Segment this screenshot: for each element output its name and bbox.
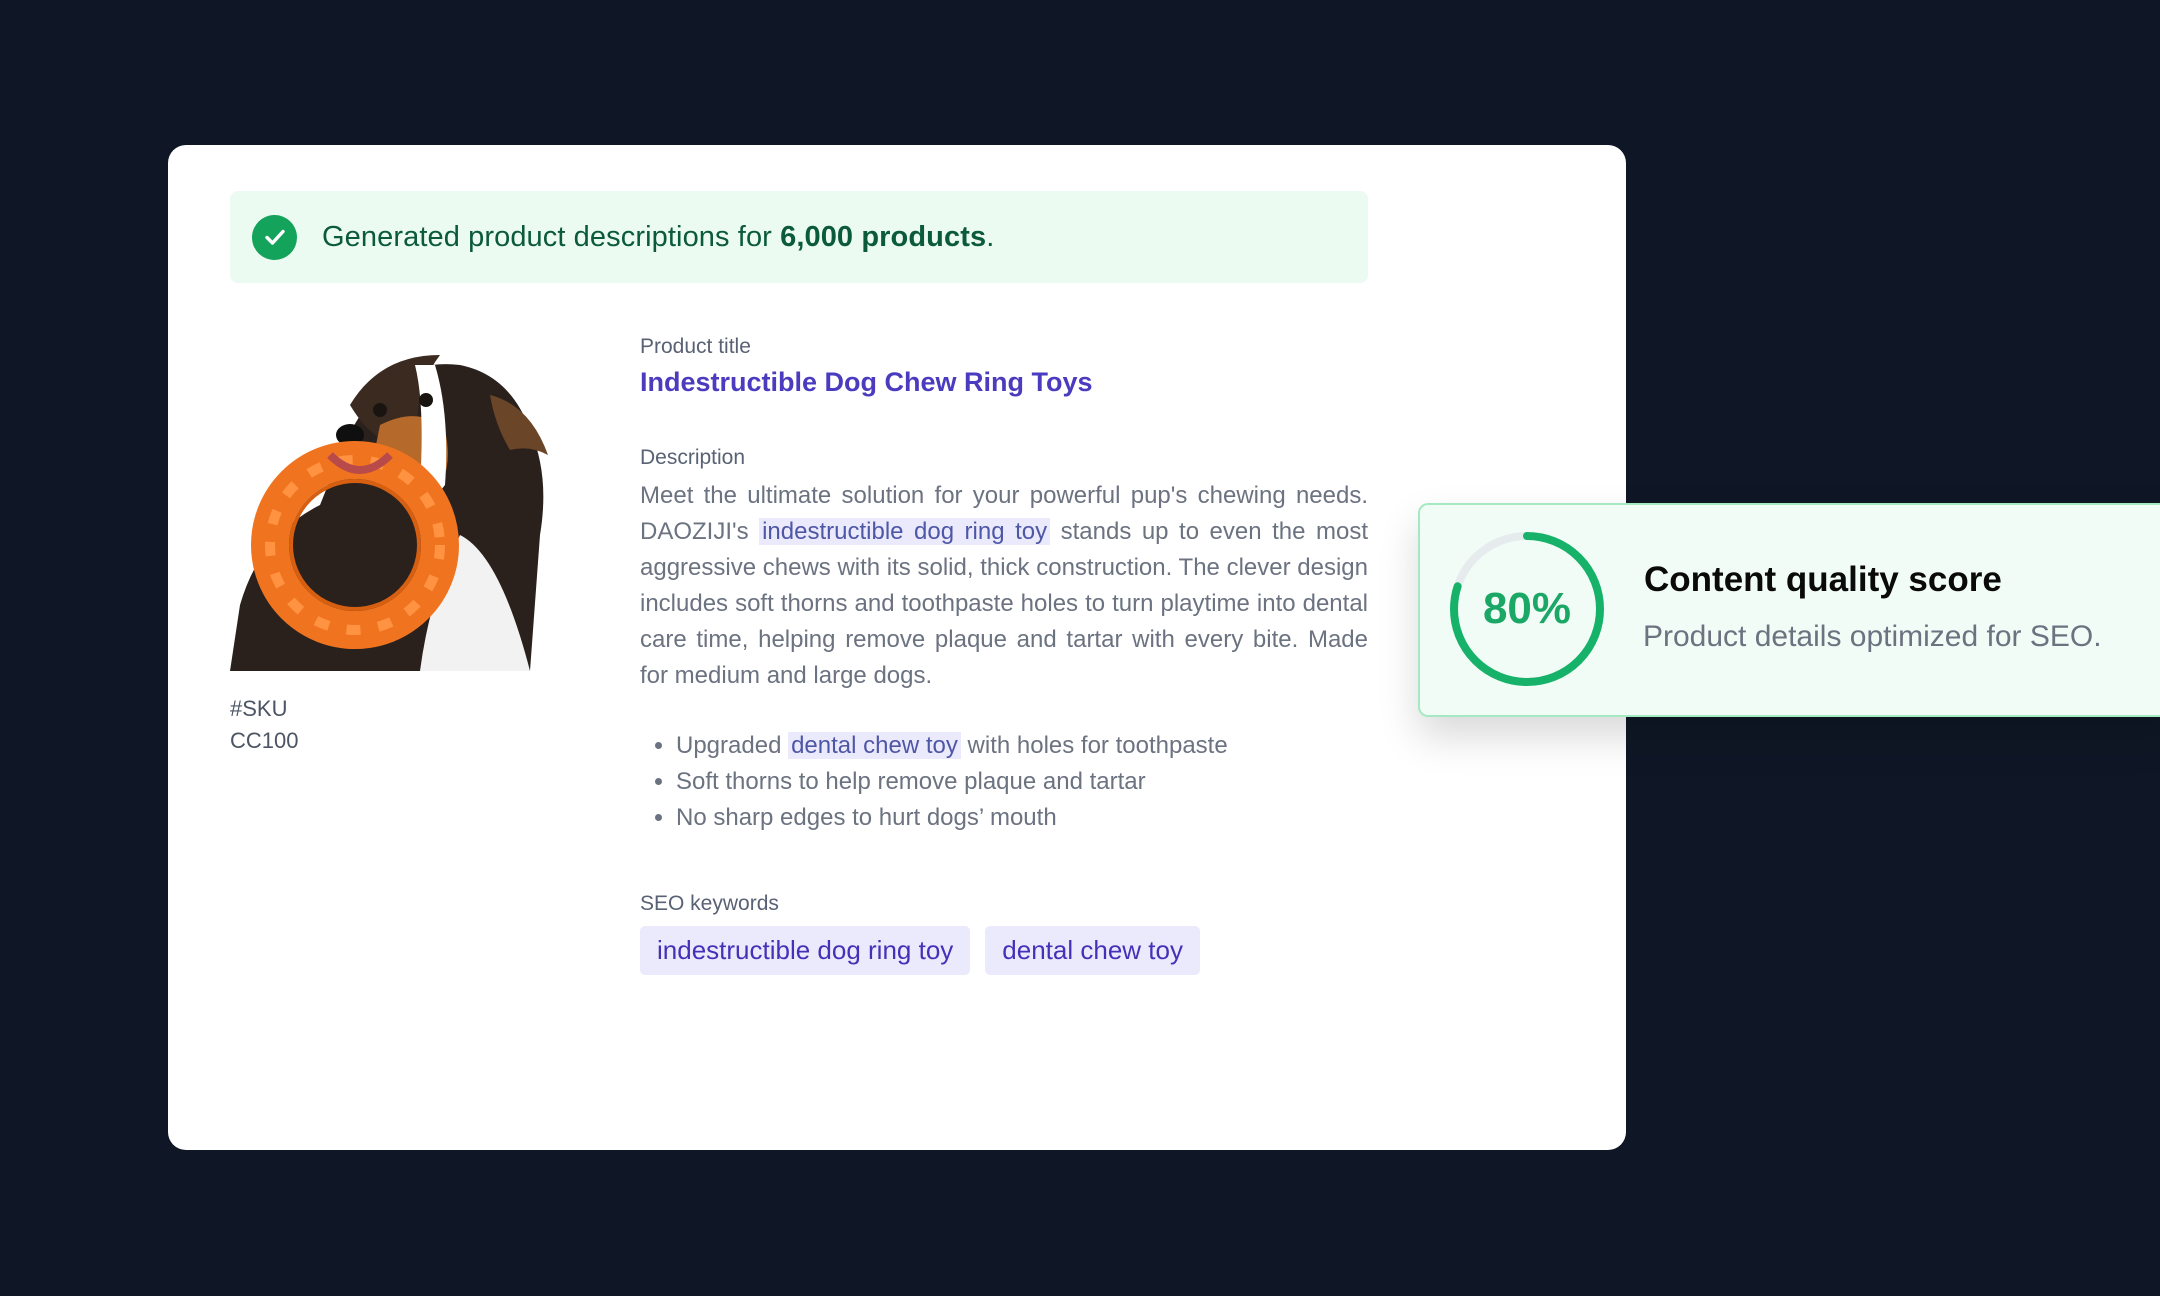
product-title: Indestructible Dog Chew Ring Toys xyxy=(640,367,1093,397)
check-circle-icon xyxy=(252,214,297,260)
keyword-highlight: indestructible dog ring toy xyxy=(759,518,1051,545)
list-item: Upgraded dental chew toy with holes for … xyxy=(676,728,1368,764)
description-label: Description xyxy=(640,446,746,469)
seo-keyword-chip[interactable]: indestructible dog ring toy xyxy=(640,926,971,975)
seo-keyword-chip[interactable]: dental chew toy xyxy=(985,926,1200,975)
product-card: Generated product descriptions for 6,000… xyxy=(168,145,1626,1150)
feature-list: Upgraded dental chew toy with holes for … xyxy=(640,728,1368,836)
keyword-highlight: dental chew toy xyxy=(788,732,961,759)
seo-keywords-label: SEO keywords xyxy=(640,892,779,915)
description-text: Meet the ultimate solution for your powe… xyxy=(640,482,1368,689)
sku-value: CC100 xyxy=(230,728,299,753)
product-image xyxy=(230,335,566,671)
list-item: Soft thorns to help remove plaque and ta… xyxy=(676,764,1368,800)
seo-keywords: indestructible dog ring toy dental chew … xyxy=(640,926,1368,975)
list-item: No sharp edges to hurt dogs’ mouth xyxy=(676,800,1368,836)
score-title: Content quality score xyxy=(1644,560,2002,599)
sku: #SKU CC100 xyxy=(230,693,298,757)
score-subtitle: Product details optimized for SEO. xyxy=(1643,620,2102,653)
success-banner: Generated product descriptions for 6,000… xyxy=(230,191,1368,283)
banner-count: 6,000 products xyxy=(780,220,987,253)
product-details: Product title Indestructible Dog Chew Ri… xyxy=(640,335,1368,975)
sku-label: #SKU xyxy=(230,696,288,721)
score-value: 80% xyxy=(1482,584,1572,633)
content-quality-score-card: 80% Content quality score Product detail… xyxy=(1418,503,2160,717)
product-title-label: Product title xyxy=(640,335,751,358)
banner-message: Generated product descriptions for 6,000… xyxy=(322,220,995,253)
